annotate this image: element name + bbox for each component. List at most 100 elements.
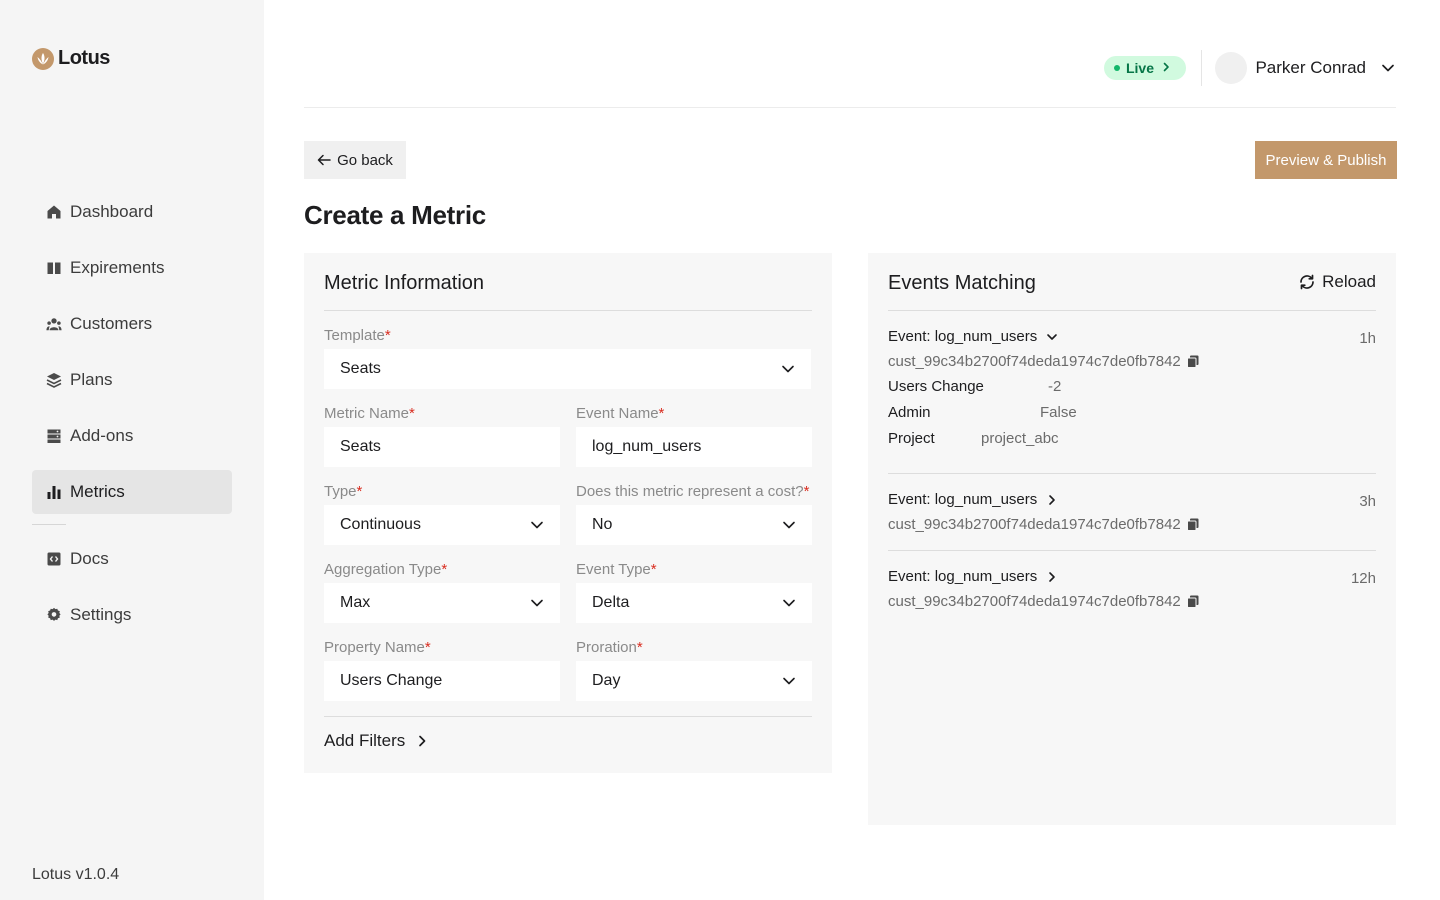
event-toggle[interactable]: Event: log_num_users [888,491,1376,508]
go-back-label: Go back [337,151,393,169]
event-type-label: Event Type* [576,561,657,578]
user-menu[interactable]: Parker Conrad [1215,52,1396,84]
event-customer: cust_99c34b2700f74deda1974c7de0fb7842 [888,353,1376,370]
sidebar-item-label: Customers [70,314,153,333]
copy-icon[interactable] [1186,355,1199,368]
status-dot [1113,65,1120,71]
metric-name-input[interactable]: Seats [324,427,560,467]
metric-information-card: Metric Information Template* Seats Metri… [304,253,832,773]
event-type-select[interactable]: Delta [576,583,812,623]
property-name-input[interactable]: Users Change [324,661,560,701]
event-toggle[interactable]: Event: log_num_users [888,568,1376,585]
arrow-left-icon [317,153,331,167]
chevron-down-icon [1045,330,1059,344]
sidebar-item-expirements[interactable]: Expirements [32,246,232,290]
events-matching-card: Events Matching Reload Event: log_num_us… [868,253,1396,825]
cost-label: Does this metric represent a cost?* [576,483,810,500]
customer-id: cust_99c34b2700f74deda1974c7de0fb7842 [888,516,1181,533]
card-divider [324,716,812,717]
sidebar-item-metrics[interactable]: Metrics [32,470,232,514]
go-back-button[interactable]: Go back [304,141,406,179]
event-time: 1h [1359,330,1376,347]
customer-id: cust_99c34b2700f74deda1974c7de0fb7842 [888,593,1181,610]
sidebar-nav: Dashboard Expirements Customers Plans Ad… [32,190,232,649]
chevron-right-icon [415,734,429,748]
header-divider [1201,50,1202,86]
sidebar-item-settings[interactable]: Settings [32,593,232,637]
property-row: Users Change -2 [888,378,1376,396]
event-name-label: Event Name* [576,405,665,422]
sidebar-item-plans[interactable]: Plans [32,358,232,402]
sidebar-item-dashboard[interactable]: Dashboard [32,190,232,234]
event-name-input[interactable]: log_num_users [576,427,812,467]
page-title: Create a Metric [304,200,486,230]
sidebar-item-label: Plans [70,370,113,389]
property-key: Admin [888,404,931,421]
event-customer: cust_99c34b2700f74deda1974c7de0fb7842 [888,593,1376,610]
card-divider [324,310,812,311]
sidebar-item-docs[interactable]: Docs [32,537,232,581]
chevron-down-icon [781,362,795,376]
add-filters-label: Add Filters [324,731,406,750]
copy-icon[interactable] [1186,518,1199,531]
sidebar-item-label: Add-ons [70,426,134,445]
home-icon [46,204,62,220]
layers-icon [46,372,62,388]
card-title: Metric Information [324,272,485,294]
proration-select[interactable]: Day [576,661,812,701]
property-key: Project [888,430,935,447]
logo-text: Lotus [58,47,110,69]
chevron-down-icon [1380,60,1396,76]
template-select[interactable]: Seats [324,349,811,389]
event-title: Event: log_num_users [888,491,1038,508]
event-item: Event: log_num_users 3h cust_99c34b2700f… [888,491,1376,533]
copy-icon[interactable] [1186,595,1199,608]
sidebar: Lotus Dashboard Expirements Customers Pl… [0,0,264,900]
sidebar-item-label: Docs [70,549,109,568]
event-divider [888,550,1376,551]
database-icon [46,428,62,444]
user-name: Parker Conrad [1255,58,1366,77]
sidebar-item-label: Dashboard [70,202,154,221]
lotus-logo-icon [32,47,54,70]
aggregation-type-label: Aggregation Type* [324,561,448,578]
event-item: Event: log_num_users 12h cust_99c34b2700… [888,568,1376,610]
property-row: Project project_abc [888,430,1376,448]
customer-id: cust_99c34b2700f74deda1974c7de0fb7842 [888,353,1181,370]
event-title: Event: log_num_users [888,328,1038,345]
cost-select[interactable]: No [576,505,812,545]
gear-icon [46,607,62,623]
event-customer: cust_99c34b2700f74deda1974c7de0fb7842 [888,516,1376,533]
chevron-down-icon [782,518,796,532]
property-value: -2 [1048,378,1062,395]
users-icon [46,316,62,332]
preview-publish-button[interactable]: Preview & Publish [1255,141,1397,179]
environment-toggle[interactable]: Live [1103,56,1186,80]
event-time: 12h [1350,570,1376,587]
logo[interactable]: Lotus [32,47,110,70]
reload-label: Reload [1322,272,1376,291]
sidebar-item-label: Metrics [70,482,125,501]
app-version: Lotus v1.0.4 [32,866,120,883]
event-item: Event: log_num_users 1h cust_99c34b2700f… [888,328,1376,448]
sidebar-item-add-ons[interactable]: Add-ons [32,414,232,458]
event-title: Event: log_num_users [888,568,1038,585]
event-toggle[interactable]: Event: log_num_users [888,328,1376,345]
property-value: False [1040,404,1077,421]
card-divider [888,310,1376,311]
aggregation-type-select[interactable]: Max [324,583,560,623]
event-time: 3h [1359,493,1376,510]
chevron-down-icon [530,596,544,610]
book-icon [46,260,62,276]
chevron-down-icon [530,518,544,532]
bar-chart-icon [46,484,62,500]
property-key: Users Change [888,378,984,395]
reload-button[interactable]: Reload [1298,272,1376,292]
add-filters-button[interactable]: Add Filters [324,731,429,751]
type-select[interactable]: Continuous [324,505,560,545]
sidebar-item-customers[interactable]: Customers [32,302,232,346]
card-title: Events Matching [888,272,1036,294]
avatar [1215,52,1248,84]
event-properties: Users Change -2 Admin False Project proj… [888,378,1376,448]
sidebar-item-label: Settings [70,605,132,624]
